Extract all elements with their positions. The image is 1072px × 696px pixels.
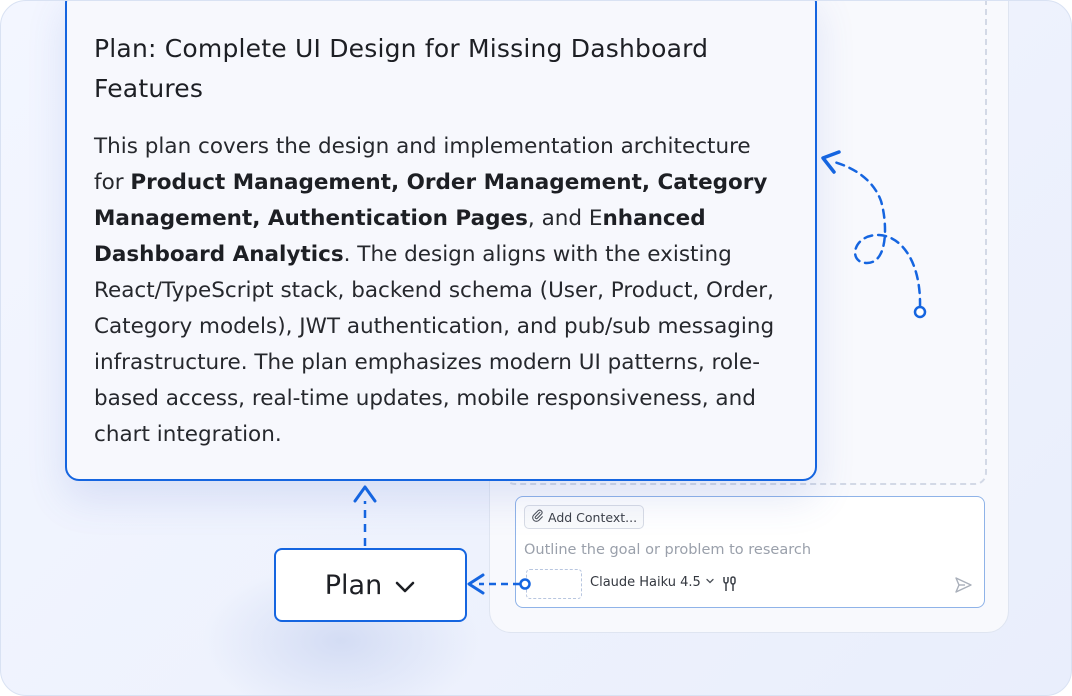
mode-selector-slot	[526, 569, 582, 599]
canvas-background: Add Context... Outline the goal or probl…	[0, 0, 1072, 696]
send-icon[interactable]	[953, 575, 973, 599]
chat-input-box[interactable]: Add Context... Outline the goal or probl…	[515, 496, 985, 608]
plan-mode-button[interactable]: Plan	[274, 548, 467, 622]
paperclip-icon	[531, 509, 544, 525]
chevron-down-icon	[705, 575, 715, 590]
tools-icon[interactable]	[720, 575, 738, 597]
plan-mode-label: Plan	[324, 569, 383, 601]
chevron-down-icon	[394, 570, 416, 601]
model-selector[interactable]: Claude Haiku 4.5	[590, 575, 715, 590]
plan-title: Plan: Complete UI Design for Missing Das…	[94, 34, 709, 103]
add-context-label: Add Context...	[548, 509, 638, 525]
plan-body-text: . The design aligns with the existing Re…	[94, 242, 775, 447]
model-label: Claude Haiku 4.5	[590, 575, 701, 590]
plan-card: Plan: Complete UI Design for Missing Das…	[65, 1, 817, 481]
chat-input-placeholder[interactable]: Outline the goal or problem to research	[524, 542, 811, 558]
plan-body-text: , and E	[527, 206, 603, 231]
plan-description: This plan covers the design and implemen…	[94, 129, 787, 453]
add-context-button[interactable]: Add Context...	[524, 505, 645, 529]
arrow-up-to-plan-card	[353, 485, 377, 546]
